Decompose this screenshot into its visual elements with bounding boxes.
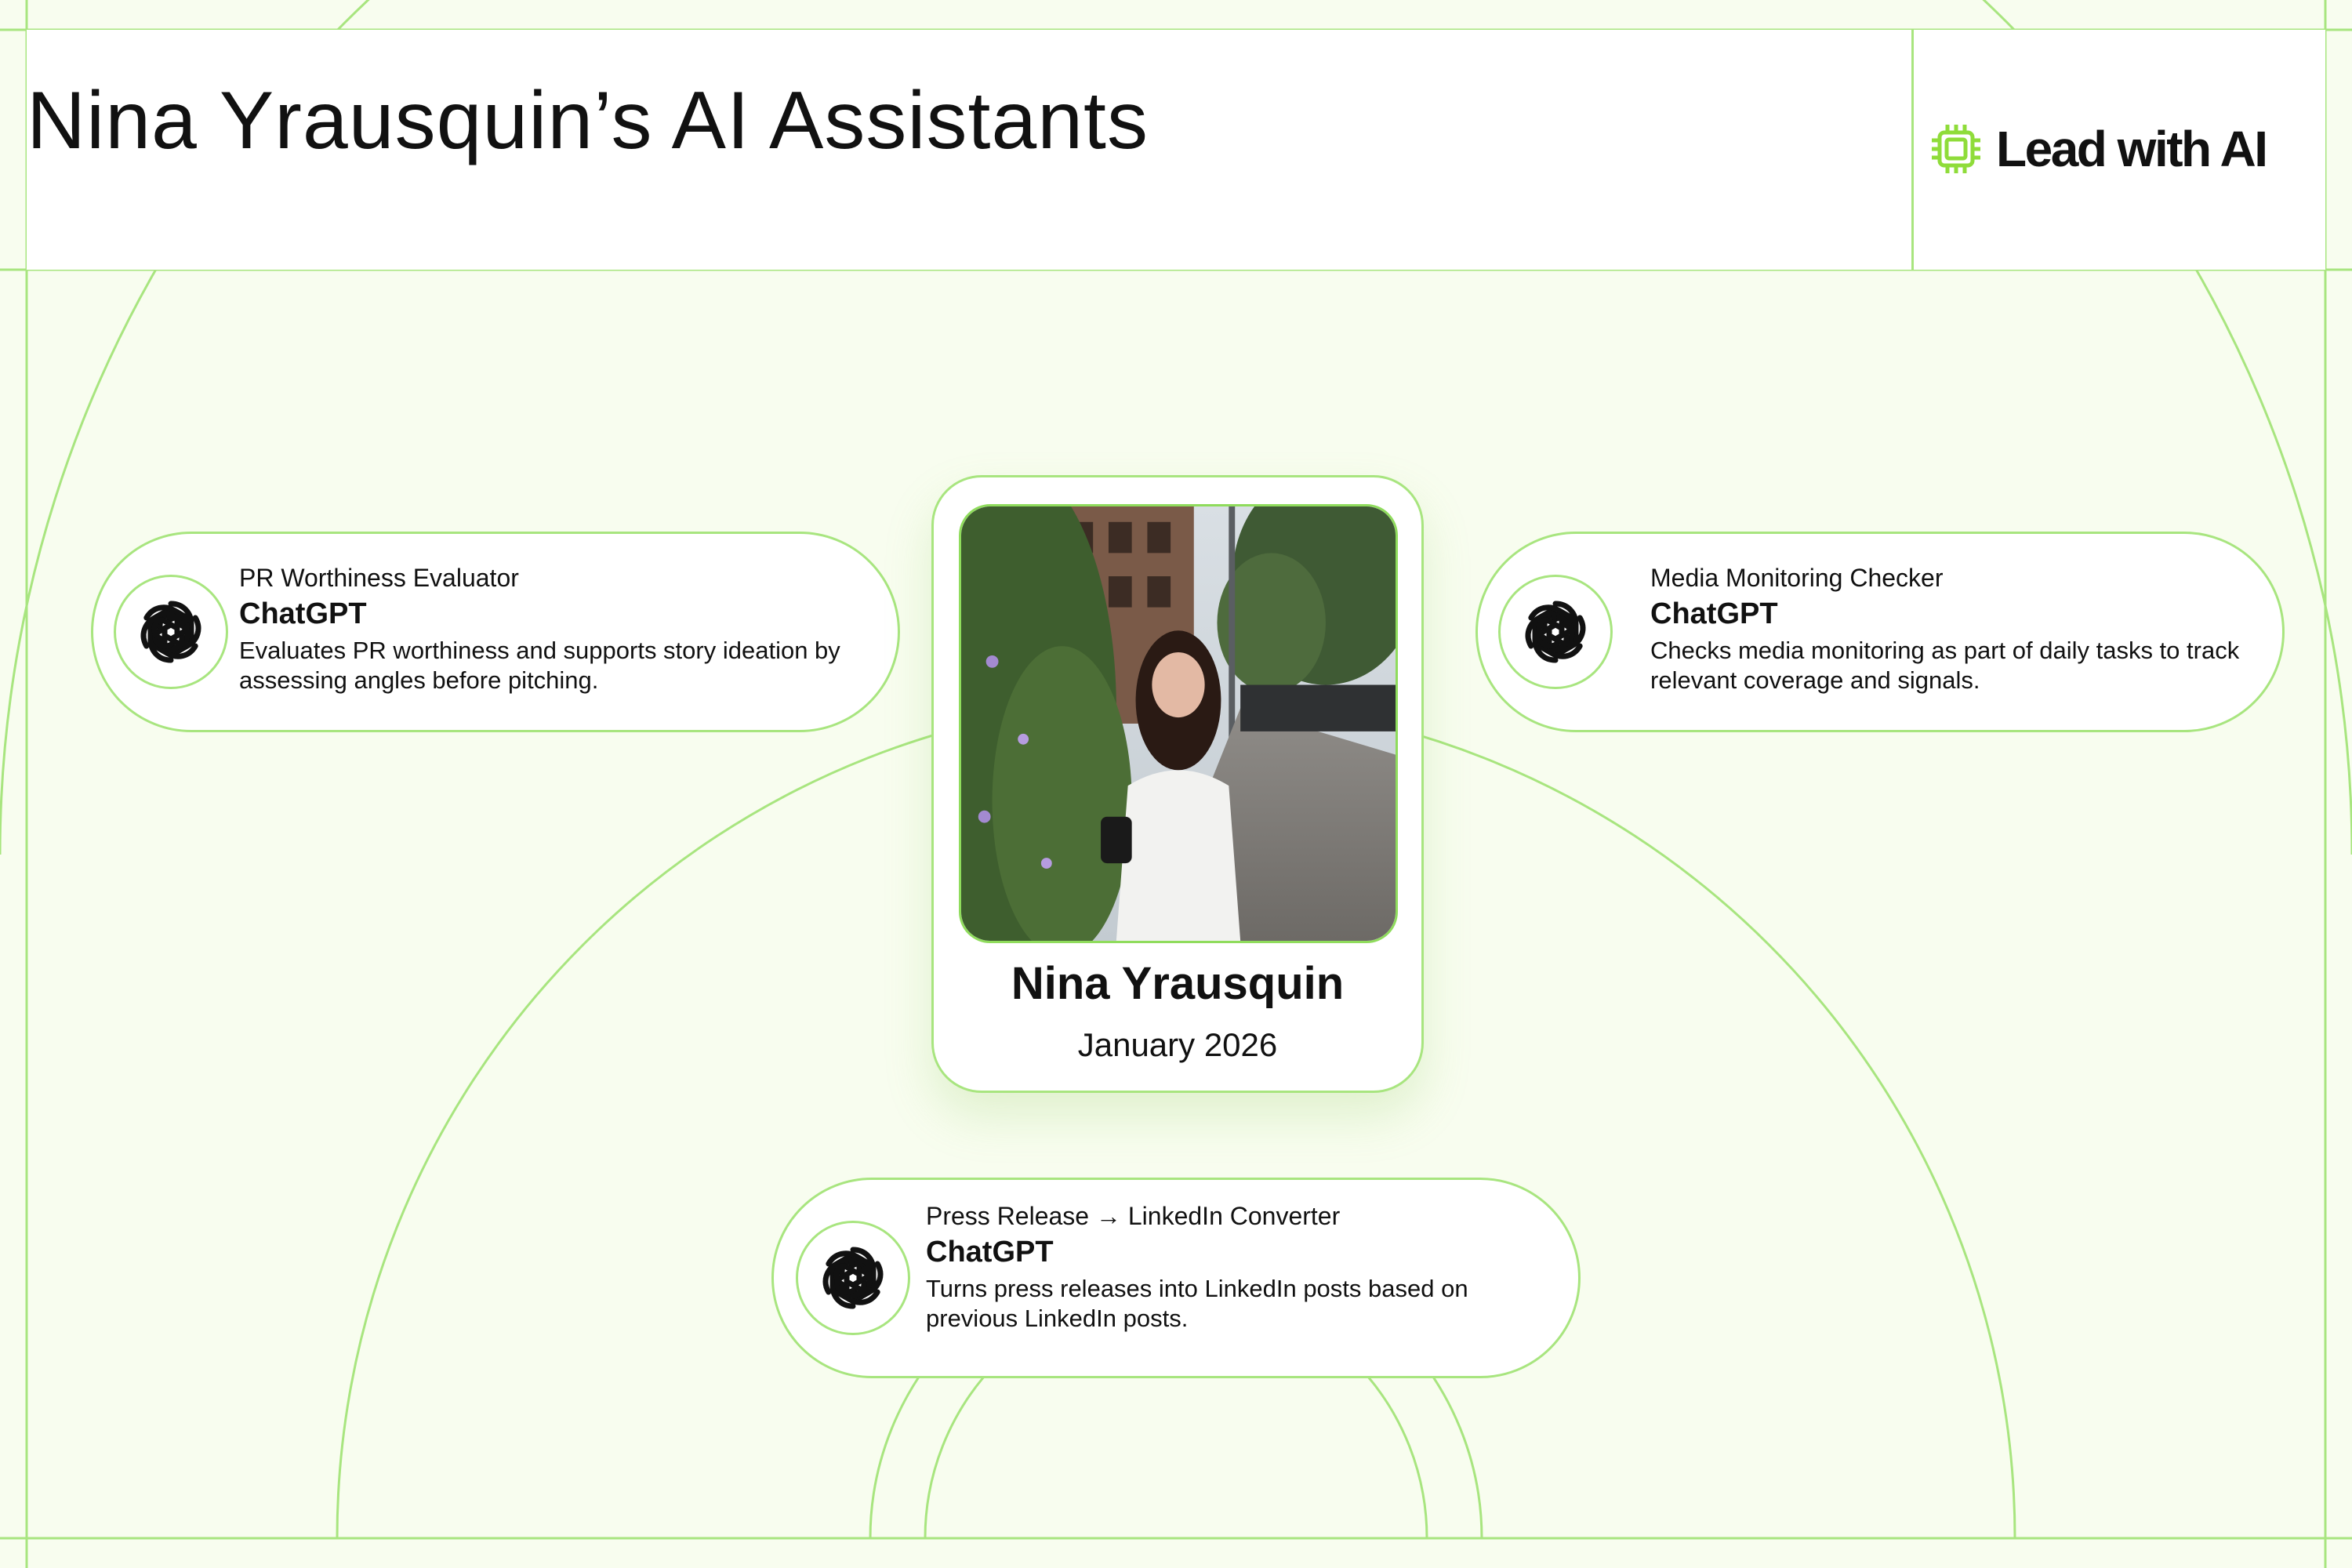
assistant-name: Press Release → LinkedIn Converter: [926, 1202, 1341, 1230]
assistant-description: Evaluates PR worthiness and supports sto…: [239, 637, 840, 694]
assistant-tool: ChatGPT: [239, 597, 367, 630]
assistant-card-media-monitoring[interactable]: Media Monitoring Checker ChatGPT Checks …: [1475, 532, 2285, 732]
assistant-tool: ChatGPT: [926, 1236, 1054, 1269]
openai-icon-wrap: [1498, 575, 1613, 689]
assistant-description: Checks media monitoring as part of daily…: [1650, 637, 2240, 694]
lead-with-ai-logo[interactable]: Lead with AI: [1929, 118, 2268, 180]
assistant-description: Turns press releases into LinkedIn posts…: [926, 1275, 1468, 1332]
page-title: Nina Yrausquin’s AI Assistants: [27, 75, 1149, 166]
assistant-card-press-release-converter[interactable]: Press Release → LinkedIn Converter ChatG…: [771, 1178, 1581, 1378]
chip-icon: [1932, 125, 1980, 173]
assistant-name: PR Worthiness Evaluator: [239, 564, 519, 592]
openai-icon-wrap: [114, 575, 228, 689]
openai-icon: [814, 1239, 892, 1317]
openai-icon: [1516, 593, 1595, 671]
openai-icon-wrap: [796, 1221, 910, 1335]
profile-photo: [959, 504, 1398, 943]
logo-text: Lead with AI: [1996, 121, 2268, 177]
profile-card: Nina Yrausquin January 2026: [931, 475, 1424, 1093]
assistant-name: Media Monitoring Checker: [1650, 564, 1944, 592]
openai-icon: [132, 593, 210, 671]
header-divider: [1911, 30, 1914, 270]
profile-name: Nina Yrausquin: [1011, 958, 1345, 1009]
assistant-card-pr-worthiness[interactable]: PR Worthiness Evaluator ChatGPT Evaluate…: [91, 532, 900, 732]
profile-date: January 2026: [1077, 1026, 1278, 1063]
assistant-tool: ChatGPT: [1650, 597, 1778, 630]
